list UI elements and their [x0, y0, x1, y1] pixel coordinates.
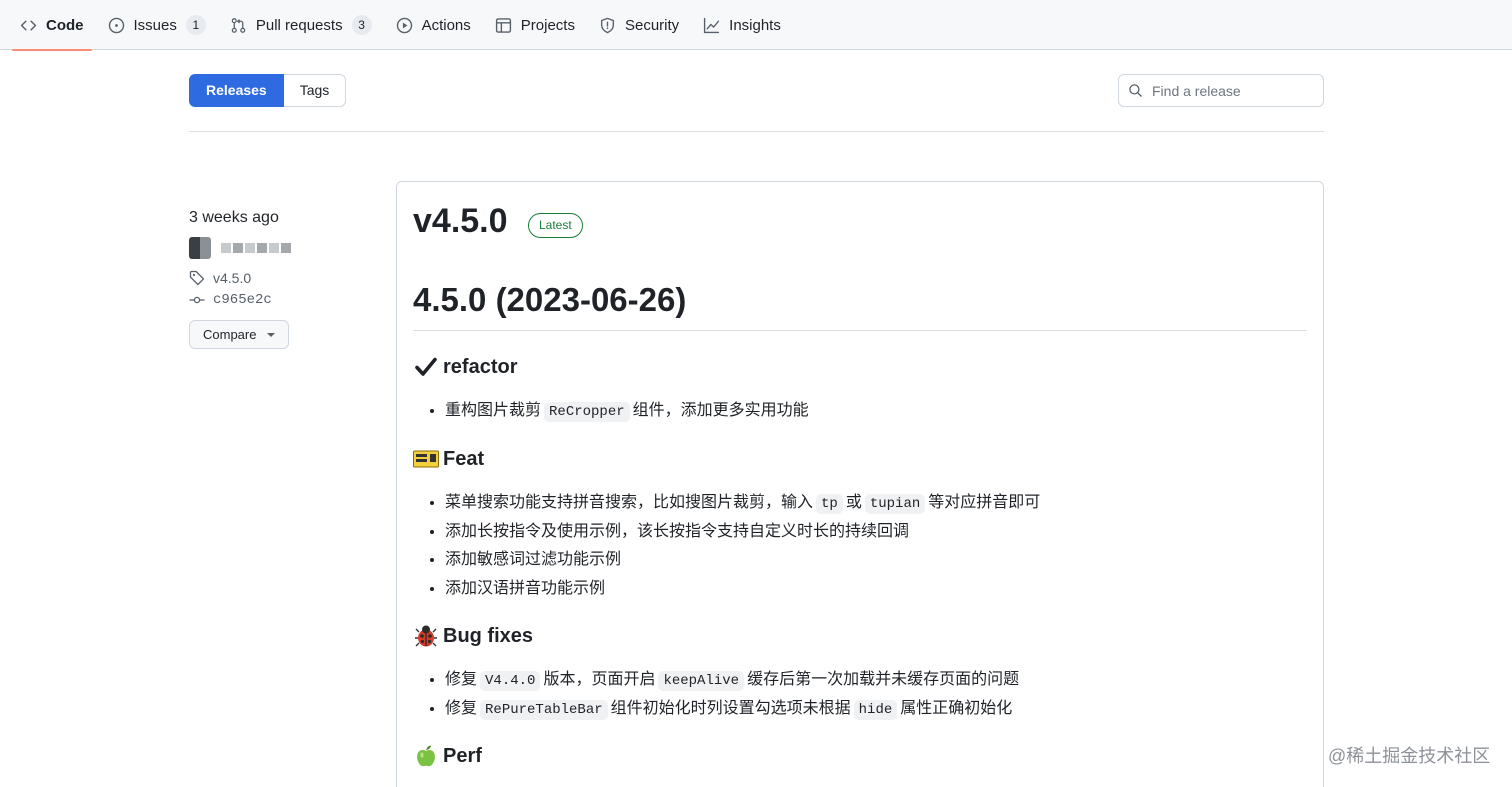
- tab-pull-requests-label: Pull requests: [255, 16, 343, 34]
- tab-insights-label: Insights: [729, 16, 781, 34]
- find-release-search[interactable]: [1118, 74, 1324, 107]
- tab-actions[interactable]: Actions: [388, 0, 479, 50]
- inline-code: tp: [816, 494, 843, 514]
- list-item: 修复RePureTableBar组件初始化时列设置勾选项未根据hide属性正确初…: [445, 695, 1019, 724]
- author-name-obscured: [221, 243, 293, 253]
- git-commit-icon: [189, 296, 205, 304]
- bugfixes-list: 修复V4.4.0版本，页面开启keepAlive缓存后第一次加载并未缓存页面的问…: [445, 666, 1019, 723]
- release-title[interactable]: v4.5.0: [413, 202, 508, 241]
- caret-down-icon: [267, 332, 276, 337]
- find-release-input[interactable]: [1152, 82, 1312, 99]
- release-author[interactable]: [189, 237, 293, 259]
- list-item: 修复V4.4.0版本，页面开启keepAlive缓存后第一次加载并未缓存页面的问…: [445, 666, 1019, 695]
- git-pull-request-icon: [231, 17, 246, 33]
- inline-code: RePureTableBar: [480, 699, 608, 720]
- tab-actions-label: Actions: [421, 16, 471, 34]
- shield-icon: [600, 17, 615, 33]
- tag-icon: [189, 270, 205, 286]
- subnav-divider: [189, 131, 1324, 132]
- tags-button[interactable]: Tags: [283, 74, 347, 107]
- play-icon: [396, 17, 412, 33]
- check-mark-icon: [413, 354, 439, 380]
- issues-count-badge: 1: [185, 15, 206, 35]
- section-heading-feat: Feat: [413, 446, 484, 472]
- section-title-feat: Feat: [443, 447, 485, 470]
- list-item: 添加长按指令及使用示例，该长按指令支持自定义时长的持续回调: [445, 518, 1040, 547]
- list-item: 重构图片裁剪ReCropper组件，添加更多实用功能: [445, 397, 809, 426]
- section-heading-perf: Perf: [413, 743, 482, 769]
- release-card: v4.5.0 Latest 4.5.0 (2023-06-26) refacto…: [396, 181, 1324, 787]
- tab-insights[interactable]: Insights: [695, 0, 789, 50]
- refactor-list: 重构图片裁剪ReCropper组件，添加更多实用功能: [445, 397, 809, 426]
- issue-opened-icon: [108, 17, 124, 33]
- sparkle-sign-icon: [413, 446, 439, 472]
- section-title-refactor: refactor: [443, 355, 518, 378]
- search-icon: [1129, 84, 1142, 97]
- inline-code: tupian: [864, 494, 926, 514]
- tab-code-label: Code: [46, 16, 84, 34]
- compare-button-label: Compare: [203, 327, 257, 342]
- tab-issues[interactable]: Issues 1: [100, 0, 214, 50]
- release-tag-label: v4.5.0: [213, 270, 252, 286]
- compare-button[interactable]: Compare: [189, 320, 289, 349]
- section-title-bugfixes: Bug fixes: [443, 624, 534, 647]
- repo-navigation: Code Issues 1 Pull requests 3 Actions Pr…: [0, 0, 1512, 51]
- inline-code: ReCropper: [544, 402, 630, 422]
- list-item: 添加汉语拼音功能示例: [445, 575, 1040, 604]
- section-heading-bugfixes: Bug fixes: [413, 623, 533, 649]
- tab-projects-label: Projects: [520, 16, 575, 34]
- list-item: 菜单搜索功能支持拼音搜索，比如搜图片裁剪，输入tp或tupian等对应拼音即可: [445, 489, 1040, 518]
- list-item: 添加敏感词过滤功能示例: [445, 546, 1040, 575]
- avatar[interactable]: [189, 237, 211, 259]
- releases-button[interactable]: Releases: [189, 74, 284, 107]
- heading-divider: [413, 330, 1307, 331]
- repo-nav-list: Code Issues 1 Pull requests 3 Actions Pr…: [0, 0, 1512, 51]
- watermark: @稀土掘金技术社区: [1328, 746, 1491, 766]
- release-tag-link[interactable]: v4.5.0: [189, 270, 251, 286]
- release-commit-link[interactable]: c965e2c: [189, 292, 272, 308]
- section-heading-refactor: refactor: [413, 354, 517, 380]
- tab-projects[interactable]: Projects: [487, 0, 583, 50]
- tab-pull-requests[interactable]: Pull requests 3: [222, 0, 380, 50]
- inline-code: hide: [853, 699, 898, 720]
- release-version-heading: 4.5.0 (2023-06-26): [413, 281, 687, 318]
- inline-code: keepAlive: [658, 671, 745, 691]
- releases-tags-toggle: Releases Tags: [189, 74, 347, 107]
- table-icon: [495, 17, 511, 33]
- tab-security-label: Security: [624, 16, 680, 34]
- tab-security[interactable]: Security: [591, 0, 687, 50]
- section-title-perf: Perf: [443, 744, 482, 767]
- graph-icon: [704, 17, 720, 33]
- release-commit-label: c965e2c: [213, 292, 272, 308]
- green-apple-icon: [413, 743, 439, 769]
- release-date: 3 weeks ago: [189, 209, 279, 226]
- feat-list: 菜单搜索功能支持拼音搜索，比如搜图片裁剪，输入tp或tupian等对应拼音即可 …: [445, 489, 1040, 603]
- ladybug-icon: [413, 623, 439, 649]
- pull-requests-count-badge: 3: [351, 15, 372, 35]
- code-icon: [20, 20, 37, 30]
- inline-code: V4.4.0: [480, 671, 541, 691]
- tab-code[interactable]: Code: [12, 0, 92, 51]
- latest-badge: Latest: [528, 213, 583, 238]
- tab-issues-label: Issues: [133, 16, 177, 34]
